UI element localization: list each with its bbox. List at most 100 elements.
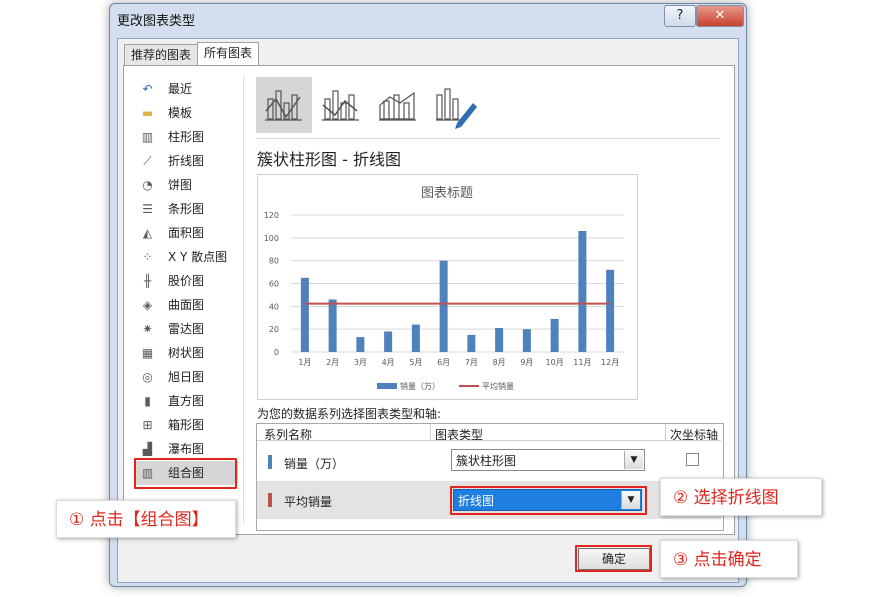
chart-type-label: 面积图 xyxy=(168,226,205,240)
series-color-swatch xyxy=(268,493,272,507)
combo-area-column-icon[interactable] xyxy=(370,77,426,133)
bar xyxy=(439,260,448,352)
divider xyxy=(257,440,721,441)
chart-type-item[interactable]: ☰ 条形图 xyxy=(134,197,238,221)
custom-combo-icon[interactable] xyxy=(427,77,483,133)
chart-type-label: 雷达图 xyxy=(168,322,205,336)
x-tick-label: 7月 xyxy=(465,358,478,367)
scatter-chart-icon: ⁘ xyxy=(142,250,153,264)
chart-type-label: 箱形图 xyxy=(168,418,205,432)
boxplot-chart-icon: ⊞ xyxy=(142,418,153,432)
legend-swatch xyxy=(377,383,397,389)
recent-icon: ↶ xyxy=(142,82,153,96)
chart-type-item[interactable]: ◎ 旭日图 xyxy=(134,365,238,389)
chart-type-item[interactable]: ⊞ 箱形图 xyxy=(134,413,238,437)
secondary-axis-checkbox[interactable] xyxy=(686,453,699,466)
chart-type-list: ↶ 最近 ▬ 模板 ▥ 柱形图 ⟋ 折线图 ◔ 饼图 ☰ 条形图 ◭ 面积图 ⁘ X Y 散点图 ╫ 股价图 ◈ 曲面… xyxy=(134,77,238,485)
tab-recommended-charts[interactable]: 推荐的图表 xyxy=(124,44,199,65)
bar xyxy=(356,337,365,352)
close-button[interactable]: ✕ xyxy=(696,5,744,27)
chart-type-item[interactable]: ◈ 曲面图 xyxy=(134,293,238,317)
combo-chart: 图表标题 0 20 40 60 80 100 120 1月 2月 3月 4月 5月 6月 7月 8月 9月 10… xyxy=(264,186,624,391)
area-chart-icon: ◭ xyxy=(142,226,153,240)
folder-icon: ▬ xyxy=(141,106,154,120)
callout-step-2: ② 选择折线图 xyxy=(660,478,822,516)
series-name: 销量（万） xyxy=(284,457,345,471)
chart-type-item[interactable]: ⟋ 折线图 xyxy=(134,149,238,173)
chart-type-item[interactable]: ▬ 模板 xyxy=(134,101,238,125)
legend-label: 销量（万） xyxy=(400,381,440,391)
column-chart-icon: ▥ xyxy=(141,130,154,144)
subtype-title: 簇状柱形图 - 折线图 xyxy=(257,150,401,169)
chart-type-item[interactable]: ╫ 股价图 xyxy=(134,269,238,293)
chart-type-item[interactable]: ▦ 树状图 xyxy=(134,341,238,365)
dialog-title: 更改图表类型 xyxy=(117,14,196,29)
chart-type-label: 折线图 xyxy=(168,154,205,168)
x-tick-label: 8月 xyxy=(493,358,506,367)
callout-step-3: ③ 点击确定 xyxy=(660,540,798,578)
chevron-down-icon[interactable]: ▼ xyxy=(624,451,643,469)
chart-type-item[interactable]: ✷ 雷达图 xyxy=(134,317,238,341)
chart-type-label: 直方图 xyxy=(168,394,205,408)
bar xyxy=(411,324,420,352)
chart-preview: 图表标题 0 20 40 60 80 100 120 1月 2月 3月 4月 5月 6月 7月 8月 9月 10… xyxy=(257,174,638,400)
bar xyxy=(578,230,587,352)
divider xyxy=(256,138,720,139)
chart-type-item[interactable]: ⁘ X Y 散点图 xyxy=(134,245,238,269)
bar xyxy=(384,331,393,352)
chart-type-label: 曲面图 xyxy=(168,298,205,312)
y-tick-label: 40 xyxy=(269,302,279,311)
chart-type-label: 柱形图 xyxy=(168,130,205,144)
series-prompt: 为您的数据系列选择图表类型和轴: xyxy=(257,407,442,421)
bar xyxy=(467,334,476,352)
chart-type-item[interactable]: ↶ 最近 xyxy=(134,77,238,101)
chart-type-label: 饼图 xyxy=(168,178,193,192)
series-name: 平均销量 xyxy=(284,495,333,509)
pie-chart-icon: ◔ xyxy=(142,178,153,192)
x-tick-label: 9月 xyxy=(520,358,533,367)
line-chart-icon: ⟋ xyxy=(143,154,152,168)
bar xyxy=(606,269,615,352)
chart-type-label: X Y 散点图 xyxy=(168,250,228,264)
y-tick-label: 60 xyxy=(269,280,279,289)
surface-chart-icon: ◈ xyxy=(142,298,153,312)
callout-step-1: ① 点击【组合图】 xyxy=(56,500,236,538)
y-tick-label: 20 xyxy=(269,325,279,334)
chart-type-item[interactable]: ▥ 柱形图 xyxy=(134,125,238,149)
y-tick-label: 80 xyxy=(269,257,279,266)
treemap-chart-icon: ▦ xyxy=(141,346,154,360)
x-tick-label: 3月 xyxy=(354,358,367,367)
y-tick-label: 0 xyxy=(274,348,279,357)
chart-type-select[interactable]: 簇状柱形图 ▼ xyxy=(451,449,645,471)
chart-type-item[interactable]: ▮ 直方图 xyxy=(134,389,238,413)
y-tick-label: 120 xyxy=(264,211,279,220)
chart-type-label: 瀑布图 xyxy=(168,442,205,456)
series-color-swatch xyxy=(268,455,272,469)
chart-title: 图表标题 xyxy=(421,186,473,201)
chart-type-item[interactable]: ◭ 面积图 xyxy=(134,221,238,245)
x-tick-label: 10月 xyxy=(546,358,564,367)
combo-column-line-secondary-icon[interactable] xyxy=(313,77,369,133)
x-tick-label: 6月 xyxy=(437,358,450,367)
x-tick-label: 1月 xyxy=(298,358,311,367)
chart-type-label: 模板 xyxy=(168,106,193,120)
chart-type-label: 条形图 xyxy=(168,202,205,216)
chart-type-label: 树状图 xyxy=(168,346,205,360)
chart-type-label: 最近 xyxy=(168,82,193,96)
divider xyxy=(665,424,666,441)
x-tick-label: 2月 xyxy=(326,358,339,367)
chart-type-label: 股价图 xyxy=(168,274,205,288)
bar xyxy=(522,329,531,352)
y-tick-label: 100 xyxy=(264,234,279,243)
histogram-chart-icon: ▮ xyxy=(144,394,151,408)
bar xyxy=(550,318,559,352)
divider xyxy=(430,424,431,441)
tab-all-charts[interactable]: 所有图表 xyxy=(197,42,260,66)
help-button[interactable]: ? xyxy=(664,5,696,27)
x-tick-label: 5月 xyxy=(409,358,422,367)
chart-type-item[interactable]: ◔ 饼图 xyxy=(134,173,238,197)
combo-column-line-icon[interactable] xyxy=(256,77,312,133)
x-tick-label: 12月 xyxy=(601,358,619,367)
x-tick-label: 11月 xyxy=(573,358,591,367)
legend-label: 平均销量 xyxy=(482,381,514,391)
